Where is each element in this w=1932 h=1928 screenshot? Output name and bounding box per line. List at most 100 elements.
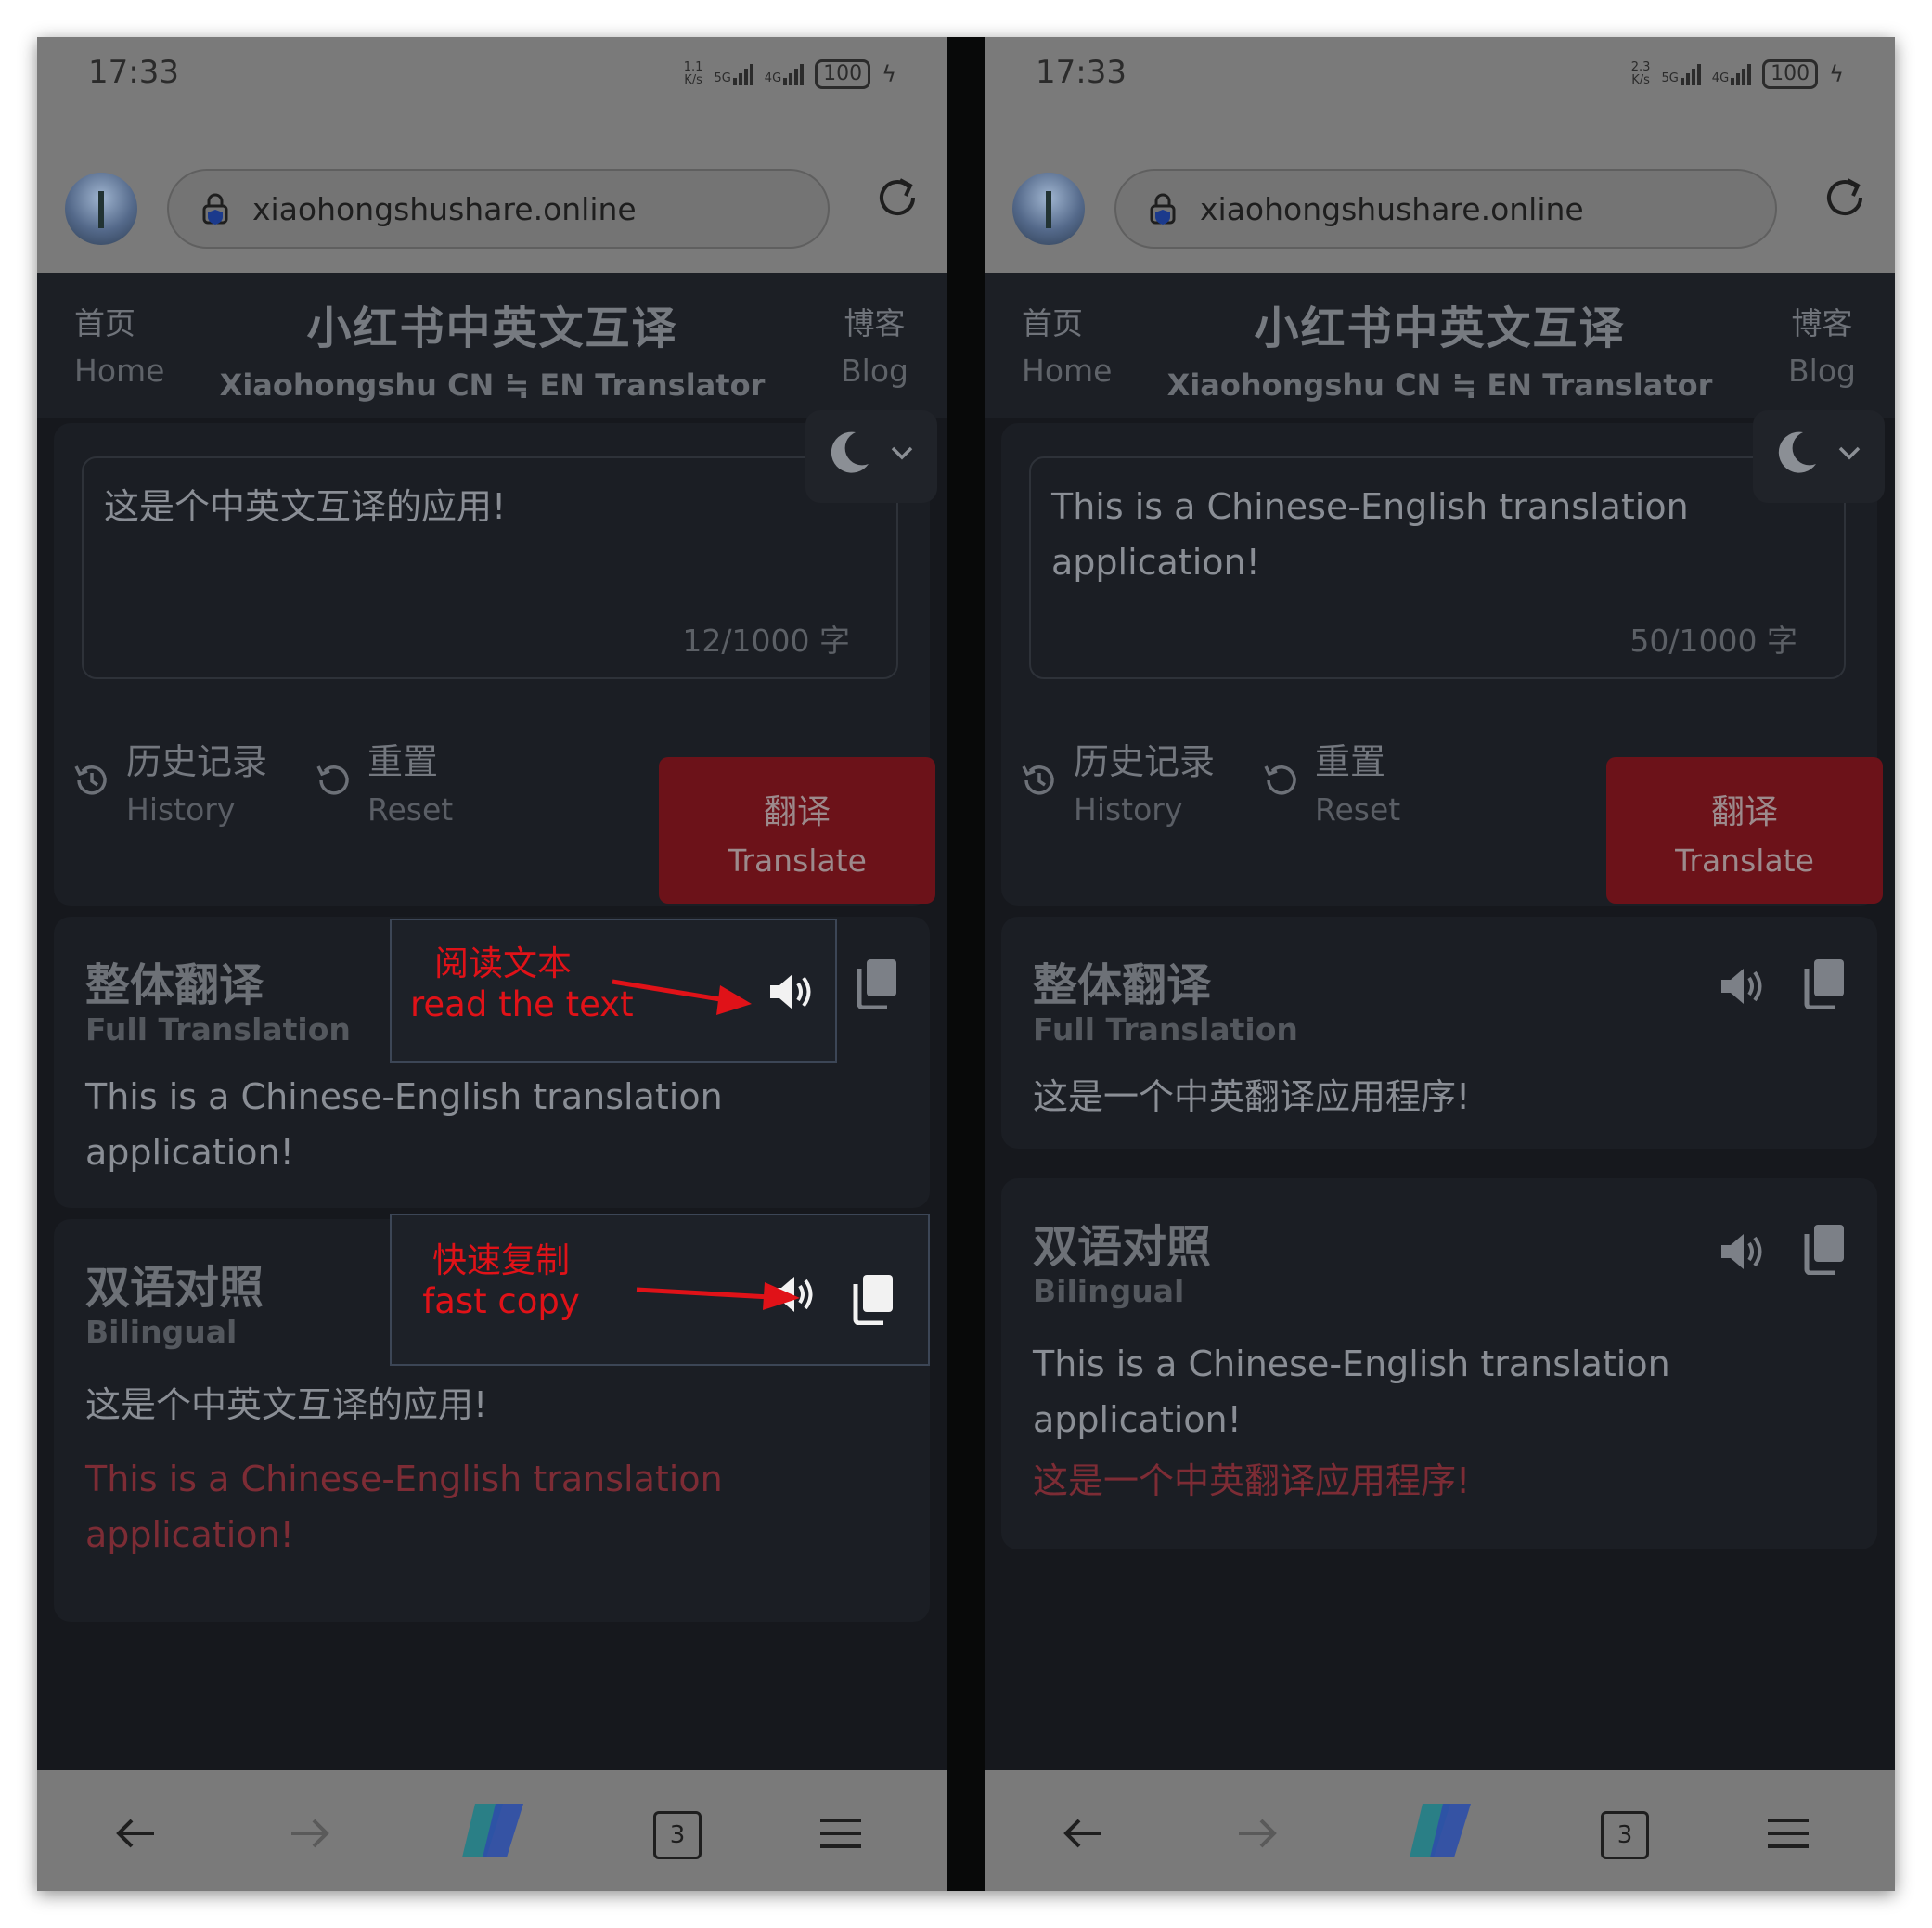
chevron-down-icon (891, 446, 913, 460)
status-icons: 2.3 K/s 5G 4G 100 ϟ (1631, 56, 1844, 93)
copilot-icon[interactable] (1402, 1798, 1478, 1863)
full-translation-text: 这是一个中英翻译应用程序! (1033, 1076, 1471, 1117)
status-time: 17:33 (1036, 54, 1127, 91)
reset-icon (1264, 765, 1296, 795)
bilingual-subtitle: Bilingual (1033, 1273, 1185, 1309)
speaker-icon[interactable] (1718, 1228, 1770, 1275)
source-text: This is a Chinese-English translation ap… (1051, 486, 1689, 583)
nav-blog-link[interactable]: 博客 Blog (841, 299, 908, 389)
network-speed: 2.3 K/s (1630, 60, 1651, 87)
battery-icon: 100 (1762, 59, 1819, 89)
annotation-read-text: 阅读文本 read the text (390, 919, 837, 1063)
nav-blog-link[interactable]: 博客 Blog (1788, 299, 1856, 389)
annotation-label-en: fast copy (422, 1281, 580, 1321)
speaker-icon[interactable] (1718, 963, 1770, 1009)
copy-icon[interactable] (856, 958, 900, 1009)
status-bar: 17:33 2.3 K/s 5G 4G 100 ϟ (985, 37, 1895, 139)
menu-icon[interactable] (1760, 1806, 1816, 1861)
bilingual-source-text: 这是个中英文互译的应用! (85, 1384, 488, 1425)
annotation-fast-copy: 快速复制 fast copy (390, 1214, 930, 1366)
full-translation-subtitle: Full Translation (1033, 1011, 1298, 1048)
forward-icon[interactable] (1230, 1806, 1285, 1861)
copy-icon[interactable] (852, 1273, 896, 1325)
site-title: 小红书中英文互译 Xiaohongshu CN ≒ EN Translator (219, 302, 766, 403)
annotation-arrow-icon (636, 1282, 800, 1310)
site-title: 小红书中英文互译 Xiaohongshu CN ≒ EN Translator (1166, 302, 1713, 403)
menu-icon[interactable] (813, 1806, 869, 1861)
full-translation-text: This is a Chinese-English translation ap… (85, 1076, 723, 1173)
history-icon (1022, 765, 1054, 795)
full-translation-subtitle: Full Translation (85, 1011, 351, 1048)
address-bar[interactable]: xiaohongshushare.online (167, 169, 830, 249)
moon-icon (831, 431, 869, 473)
history-button[interactable]: 历史记录 History (1018, 720, 1215, 841)
nav-home-link[interactable]: 首页 Home (74, 299, 164, 389)
input-card: 这是个中英文互译的应用! 12/1000 字 历史记录 History 重置 R… (54, 410, 937, 906)
translate-button[interactable]: 翻译 Translate (659, 757, 935, 904)
copilot-icon[interactable] (455, 1798, 531, 1863)
annotation-label-zh: 阅读文本 (434, 944, 572, 983)
char-counter: 50/1000 字 (1629, 623, 1797, 659)
full-translation-card: 整体翻译 Full Translation 这是一个中英翻译应用程序! (1001, 917, 1877, 1149)
char-counter: 12/1000 字 (682, 623, 850, 659)
status-time: 17:33 (88, 54, 179, 91)
bilingual-subtitle: Bilingual (85, 1314, 238, 1350)
right-phone-screen: 17:33 2.3 K/s 5G 4G 100 ϟ xiaohongshusha… (985, 37, 1895, 1891)
source-text-input[interactable]: 这是个中英文互译的应用! 12/1000 字 (82, 456, 898, 679)
tabs-icon[interactable]: 3 (1601, 1811, 1649, 1859)
charging-icon: ϟ (1829, 61, 1844, 87)
bilingual-card: 双语对照 Bilingual 这是个中英文互译的应用! This is a Ch… (54, 1214, 930, 1622)
browser-bottom-bar: 3 (985, 1770, 1895, 1891)
theme-toggle-button[interactable] (1753, 410, 1885, 503)
address-bar[interactable]: xiaohongshushare.online (1114, 169, 1777, 249)
charging-icon: ϟ (882, 61, 896, 87)
nav-home-link[interactable]: 首页 Home (1022, 299, 1112, 389)
full-translation-title: 整体翻译 (1033, 959, 1212, 1011)
moon-icon (1778, 431, 1816, 473)
network-speed: 1.1 K/s (683, 60, 703, 87)
signal-4g-icon: 4G (1712, 63, 1752, 85)
bilingual-card: 双语对照 Bilingual This is a Chinese-English… (1001, 1178, 1877, 1549)
profile-avatar[interactable] (65, 173, 137, 245)
reset-button[interactable]: 重置 Reset (312, 720, 453, 841)
back-icon[interactable] (108, 1806, 163, 1861)
browser-address-row: xiaohongshushare.online (985, 139, 1895, 273)
translate-button[interactable]: 翻译 Translate (1606, 757, 1883, 904)
reload-icon[interactable] (872, 173, 922, 223)
site-header: 首页 Home 小红书中英文互译 Xiaohongshu CN ≒ EN Tra… (985, 273, 1895, 418)
reset-button[interactable]: 重置 Reset (1259, 720, 1400, 841)
site-lock-icon (1150, 193, 1176, 225)
copy-icon[interactable] (1803, 1223, 1848, 1275)
status-bar: 17:33 1.1 K/s 5G 4G 100 ϟ (37, 37, 947, 139)
browser-bottom-bar: 3 (37, 1770, 947, 1891)
bilingual-translated-text: This is a Chinese-English translation ap… (85, 1459, 723, 1555)
signal-4g-icon: 4G (765, 63, 805, 85)
source-text: 这是个中英文互译的应用! (104, 486, 507, 527)
history-button[interactable]: 历史记录 History (71, 720, 267, 841)
annotation-label-zh: 快速复制 (432, 1240, 570, 1280)
tabs-icon[interactable]: 3 (653, 1811, 702, 1859)
speaker-icon[interactable] (766, 969, 818, 1015)
source-text-input[interactable]: This is a Chinese-English translation ap… (1029, 456, 1846, 679)
annotation-arrow-icon (612, 979, 752, 1015)
forward-icon[interactable] (282, 1806, 338, 1861)
reload-icon[interactable] (1820, 173, 1870, 223)
url-text: xiaohongshushare.online (1200, 191, 1584, 227)
input-card: This is a Chinese-English translation ap… (1001, 410, 1885, 906)
signal-5g-icon: 5G (714, 63, 753, 85)
back-icon[interactable] (1055, 1806, 1111, 1861)
copy-icon[interactable] (1803, 958, 1848, 1009)
annotation-label-en: read the text (410, 984, 634, 1024)
chevron-down-icon (1838, 446, 1861, 460)
theme-toggle-button[interactable] (805, 410, 937, 503)
signal-5g-icon: 5G (1661, 63, 1701, 85)
url-text: xiaohongshushare.online (252, 191, 637, 227)
browser-address-row: xiaohongshushare.online (37, 139, 947, 273)
screenshot-collage: 17:33 1.1 K/s 5G 4G 100 ϟ xiaohongshusha… (37, 37, 1895, 1891)
status-icons: 1.1 K/s 5G 4G 100 ϟ (684, 56, 896, 93)
full-translation-card: 整体翻译 Full Translation This is a Chinese-… (54, 917, 930, 1208)
battery-icon: 100 (815, 59, 871, 89)
bilingual-source-text: This is a Chinese-English translation ap… (1033, 1343, 1670, 1440)
site-header: 首页 Home 小红书中英文互译 Xiaohongshu CN ≒ EN Tra… (37, 273, 947, 418)
profile-avatar[interactable] (1012, 173, 1085, 245)
